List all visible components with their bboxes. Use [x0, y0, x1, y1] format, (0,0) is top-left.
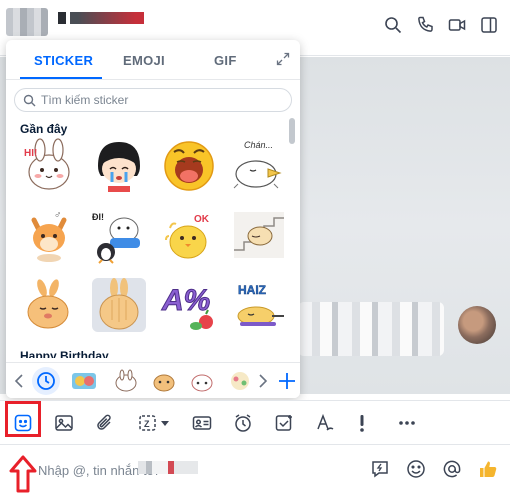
sticker-text: ĐI! [92, 212, 104, 222]
sticker-bear-penguin[interactable]: ĐI! [90, 206, 148, 264]
add-sticker-icon[interactable] [278, 369, 296, 393]
search-icon [23, 94, 36, 107]
sticker-pack-4[interactable] [188, 369, 216, 393]
tab-sticker[interactable]: STICKER [34, 53, 93, 68]
tray-scroll-left-icon[interactable] [12, 369, 26, 393]
sticker-cat-stairs[interactable] [230, 206, 288, 264]
tab-gif[interactable]: GIF [214, 53, 237, 68]
attachment-icon[interactable] [95, 413, 115, 433]
composer-toolbar: Z [0, 400, 510, 444]
sticker-panel-tabs: STICKER EMOJI GIF [6, 40, 300, 80]
expand-icon[interactable] [276, 52, 290, 66]
sticker-bored-duck[interactable]: Chán... [230, 136, 288, 194]
reminder-icon[interactable] [233, 413, 253, 433]
svg-text:Z: Z [144, 419, 150, 429]
business-card-icon[interactable] [192, 413, 212, 433]
sticker-bunny-sleep[interactable] [20, 276, 78, 334]
sticker-pack-1[interactable] [70, 369, 98, 393]
arrow-up-icon [9, 455, 37, 493]
section-recent-title: Gần đây [20, 122, 68, 136]
sticker-yellow-yawn[interactable] [160, 136, 218, 194]
message-input-row: Nhập @, tin nhắn tới [0, 444, 510, 495]
recent-icon[interactable] [34, 369, 58, 393]
image-icon[interactable] [54, 413, 74, 433]
sticker-text: A% [161, 284, 210, 317]
quick-reply-icon[interactable] [370, 459, 390, 479]
sticker-fox-dizzy[interactable]: ♂ [20, 206, 78, 264]
urgent-icon[interactable] [357, 413, 367, 433]
sticker-chick-ok[interactable]: OK [160, 206, 218, 264]
sticker-girl-crying[interactable] [90, 136, 148, 194]
sticker-pack-3[interactable] [150, 369, 178, 393]
sticker-search-box[interactable] [14, 88, 292, 112]
sticker-panel: STICKER EMOJI GIF Gần đây HI! Chán... ♂ [6, 40, 300, 398]
sender-avatar[interactable] [458, 306, 496, 344]
sticker-pack-5[interactable] [226, 369, 254, 393]
active-tab-indicator [20, 77, 102, 79]
search-icon[interactable] [384, 16, 402, 34]
phone-icon[interactable] [416, 16, 434, 34]
contact-name[interactable] [58, 12, 144, 24]
screenshot-icon[interactable]: Z [138, 413, 172, 433]
sticker-text: Chán... [244, 140, 273, 150]
todo-icon[interactable] [274, 413, 294, 433]
message-bubble[interactable] [298, 302, 444, 356]
sticker-haiz-lying[interactable]: HAIZ [230, 276, 288, 334]
like-icon[interactable] [478, 459, 498, 479]
recipient-name [138, 461, 198, 474]
video-icon[interactable] [448, 16, 466, 34]
format-text-icon[interactable] [315, 413, 335, 433]
sticker-bunny-back[interactable] [90, 276, 148, 334]
sticker-search-input[interactable] [41, 92, 281, 108]
tab-emoji[interactable]: EMOJI [123, 53, 165, 68]
sticker-scrollbar[interactable] [289, 118, 295, 144]
sticker-pack-2[interactable] [112, 369, 140, 393]
sticker-text: HI! [24, 148, 37, 159]
more-icon[interactable] [397, 413, 417, 433]
section-happy-birthday-title: Happy Birthday [20, 349, 109, 358]
contact-avatar[interactable] [6, 8, 48, 36]
sticker-percent-fruit[interactable]: A% [160, 276, 218, 334]
sticker-text: HAIZ [238, 283, 266, 297]
sidebar-toggle-icon[interactable] [480, 16, 498, 34]
emoji-icon[interactable] [406, 459, 426, 479]
sticker-text: OK [194, 214, 210, 225]
svg-text:♂: ♂ [54, 210, 62, 221]
input-actions [370, 459, 498, 479]
sticker-pack-tray [6, 362, 300, 398]
header-actions [384, 16, 498, 34]
tray-scroll-right-icon[interactable] [256, 369, 270, 393]
sticker-bunny-hi[interactable]: HI! [20, 136, 78, 194]
mention-icon[interactable] [442, 459, 462, 479]
sticker-button-highlight [5, 401, 41, 437]
